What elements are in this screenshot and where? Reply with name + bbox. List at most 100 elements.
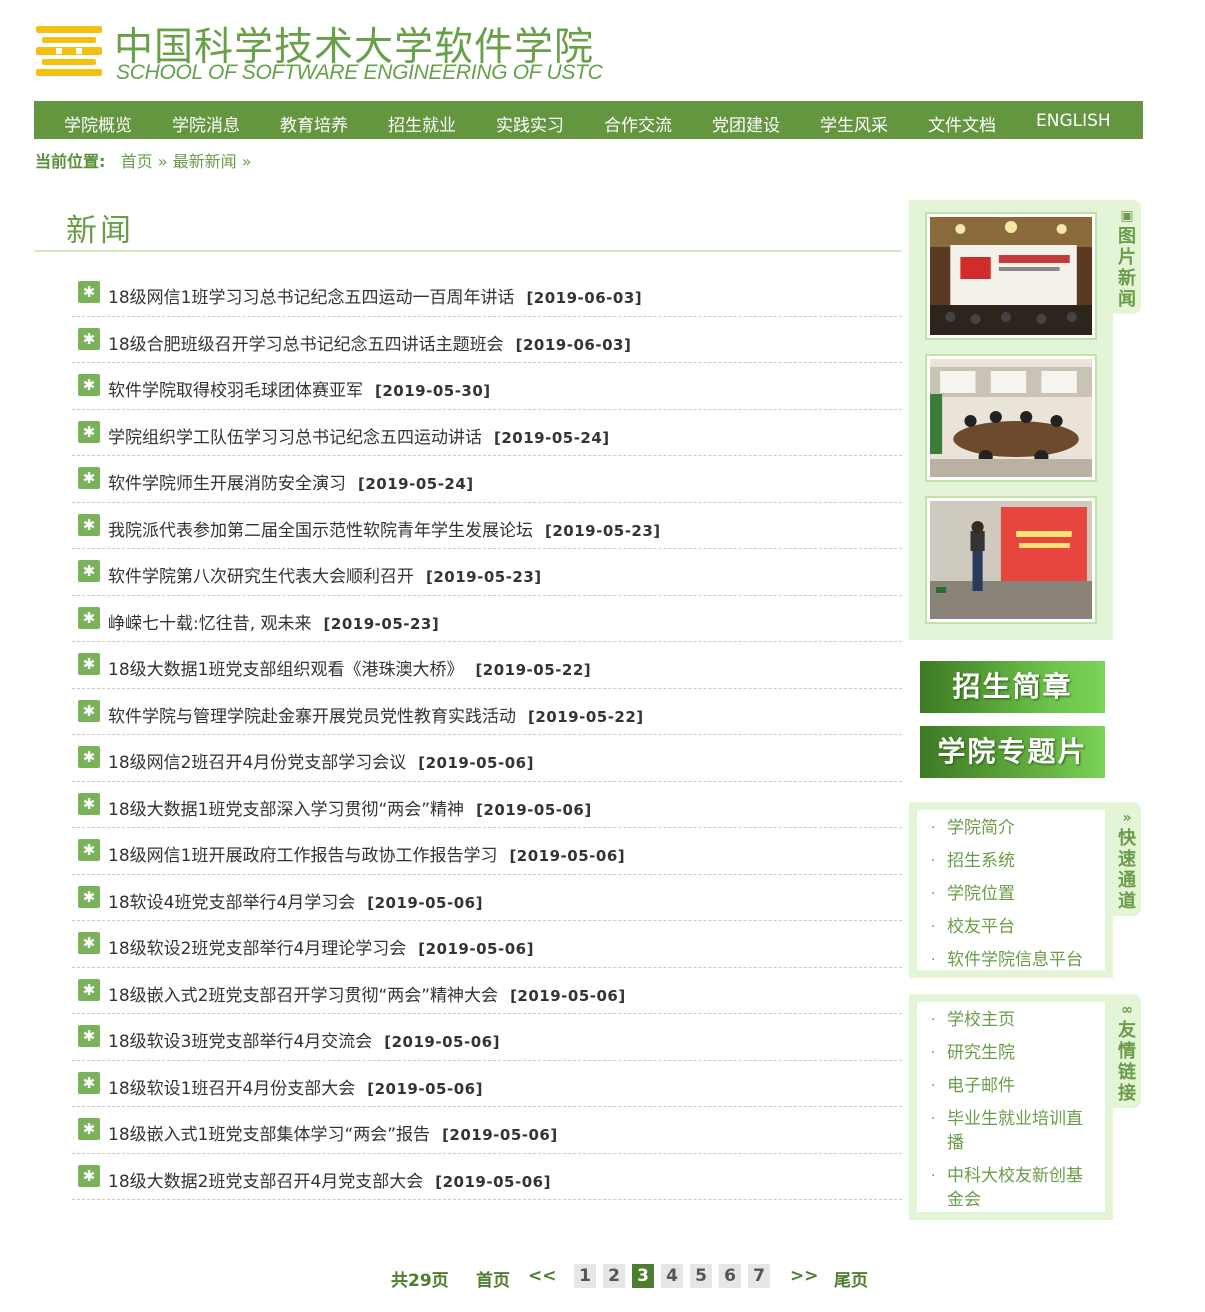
flower-bullet-icon: ✱ (78, 1118, 100, 1140)
pagination-first[interactable]: 首页 (476, 1266, 510, 1291)
quick-link[interactable]: · 招生系统 (927, 849, 1097, 873)
admission-guide-banner[interactable]: 招生简章 (920, 661, 1105, 713)
news-title-link[interactable]: 18级软设2班党支部举行4月理论学习会 [2019-05-06] (108, 934, 534, 959)
title-divider (35, 250, 901, 252)
news-title-link[interactable]: 我院派代表参加第二届全国示范性软院青年学生发展论坛 [2019-05-23] (108, 516, 661, 541)
college-video-banner[interactable]: 学院专题片 (920, 726, 1105, 778)
quick-link-label: 学院简介 (947, 818, 1015, 838)
pagination-last[interactable]: 尾页 (834, 1266, 868, 1291)
news-title-link[interactable]: 18级合肥班级召开学习总书记纪念五四讲话主题班会 [2019-06-03] (108, 330, 631, 355)
news-title-link[interactable]: 18级网信1班开展政府工作报告与政协工作报告学习 [2019-05-06] (108, 841, 625, 866)
news-list-item: ✱ 软件学院与管理学院赴金寨开展党员党性教育实践活动 [2019-05-22] (72, 689, 902, 735)
news-title-link[interactable]: 软件学院与管理学院赴金寨开展党员党性教育实践活动 [2019-05-22] (108, 702, 644, 727)
news-title-link[interactable]: 18级大数据2班党支部召开4月党支部大会 [2019-05-06] (108, 1167, 551, 1192)
news-list-item: ✱ 18级大数据1班党支部组织观看《港珠澳大桥》 [2019-05-22] (72, 642, 902, 689)
photo-news-thumbnail[interactable] (925, 496, 1097, 624)
site-title-en: SCHOOL OF SOFTWARE ENGINEERING OF USTC (116, 61, 603, 84)
news-title: 18软设4班党支部举行4月学习会 (108, 892, 356, 913)
friend-link[interactable]: · 毕业生就业培训直播 (927, 1107, 1097, 1155)
flower-bullet-icon: ✱ (78, 699, 100, 722)
nav-item-news[interactable]: 学院消息 (172, 111, 240, 136)
flower-bullet-icon: ✱ (78, 932, 100, 954)
news-title-link[interactable]: 18级嵌入式1班党支部集体学习“两会”报告 [2019-05-06] (108, 1120, 558, 1145)
news-date: [2019-06-03] (515, 335, 632, 354)
quick-link[interactable]: · 学院位置 (927, 882, 1097, 906)
pagination-page[interactable]: 5 (690, 1264, 712, 1288)
news-title-link[interactable]: 18级网信1班学习习总书记纪念五四运动一百周年讲话 [2019-06-03] (108, 283, 642, 308)
news-title: 18级软设1班召开4月份支部大会 (108, 1078, 356, 1099)
nav-item-documents[interactable]: 文件文档 (928, 111, 996, 136)
flower-bullet-icon: ✱ (78, 513, 100, 536)
pagination-page[interactable]: 4 (661, 1264, 683, 1288)
news-title-link[interactable]: 18级嵌入式2班党支部召开学习贯彻“两会”精神大会 [2019-05-06] (108, 981, 626, 1006)
news-title: 18级大数据2班党支部召开4月党支部大会 (108, 1171, 424, 1192)
news-title-link[interactable]: 18级软设3班党支部举行4月交流会 [2019-05-06] (108, 1027, 500, 1052)
friend-link-label: 中科大校友新创基金会 (947, 1166, 1083, 1210)
news-title-link[interactable]: 18级软设1班召开4月份支部大会 [2019-05-06] (108, 1074, 483, 1099)
friend-link[interactable]: · 学校主页 (927, 1008, 1097, 1032)
nav-item-students[interactable]: 学生风采 (820, 111, 888, 136)
news-title-link[interactable]: 18级大数据1班党支部深入学习贯彻“两会”精神 [2019-05-06] (108, 795, 592, 820)
news-title-link[interactable]: 软件学院第八次研究生代表大会顺利召开 [2019-05-23] (108, 562, 542, 587)
news-title: 学院组织学工队伍学习习总书记纪念五四运动讲话 (108, 427, 482, 448)
pagination-page[interactable]: 6 (719, 1264, 741, 1288)
friend-link[interactable]: · 电子邮件 (927, 1074, 1097, 1098)
news-title: 软件学院与管理学院赴金寨开展党员党性教育实践活动 (108, 706, 516, 727)
pagination-page[interactable]: 2 (603, 1264, 625, 1288)
page-title: 新闻 (66, 213, 134, 249)
news-list-item: ✱ 18级嵌入式1班党支部集体学习“两会”报告 [2019-05-06] (72, 1107, 902, 1154)
breadcrumb-home-link[interactable]: 首页 (121, 152, 153, 171)
nav-item-practice[interactable]: 实践实习 (496, 111, 564, 136)
news-title-link[interactable]: 18级网信2班召开4月份党支部学习会议 [2019-05-06] (108, 748, 534, 773)
quick-links-tab: » 快速通道 (1113, 802, 1141, 916)
news-title-link[interactable]: 峥嵘七十载:忆往昔, 观未来 [2019-05-23] (108, 609, 439, 634)
site-logo[interactable]: 中国科学技术大学软件学院 SCHOOL OF SOFTWARE ENGINEER… (36, 14, 603, 86)
news-title-link[interactable]: 软件学院师生开展消防安全演习 [2019-05-24] (108, 469, 474, 494)
nav-item-admission[interactable]: 招生就业 (388, 111, 456, 136)
news-title: 18级网信1班学习习总书记纪念五四运动一百周年讲话 (108, 288, 515, 308)
friend-links-tab-label: 友情链接 (1118, 1020, 1136, 1104)
flower-bullet-icon: ✱ (78, 653, 100, 675)
friend-link[interactable]: · 研究生院 (927, 1041, 1097, 1065)
bullet-icon: · (931, 820, 936, 836)
news-title: 18级大数据1班党支部组织观看《港珠澳大桥》 (108, 660, 464, 680)
nav-item-education[interactable]: 教育培养 (280, 111, 348, 136)
breadcrumb-current-link[interactable]: 最新新闻 (173, 152, 237, 171)
news-list-item: ✱ 软件学院第八次研究生代表大会顺利召开 [2019-05-23] (72, 549, 902, 596)
photo-news-thumbnail[interactable] (925, 212, 1097, 340)
bullet-icon: · (931, 919, 936, 935)
bullet-icon: · (931, 1078, 936, 1094)
pagination-page[interactable]: 1 (574, 1264, 596, 1288)
pagination-page-current[interactable]: 3 (632, 1264, 654, 1288)
news-title: 18级软设2班党支部举行4月理论学习会 (108, 939, 407, 959)
nav-item-overview[interactable]: 学院概览 (64, 111, 132, 136)
quick-link-label: 招生系统 (947, 851, 1015, 871)
flower-bullet-icon: ✱ (78, 560, 100, 582)
quick-link[interactable]: · 校友平台 (927, 915, 1097, 939)
bullet-icon: · (931, 886, 936, 902)
nav-item-party[interactable]: 党团建设 (712, 111, 780, 136)
news-title-link[interactable]: 18级大数据1班党支部组织观看《港珠澳大桥》 [2019-05-22] (108, 655, 591, 680)
pagination-prev[interactable]: << (528, 1266, 557, 1286)
friend-links-panel: · 学校主页 · 研究生院 · 电子邮件 · 毕业生就业培训直播 · 中科大校友新创基金会 (917, 1002, 1105, 1212)
news-date: [2019-06-03] (526, 289, 643, 307)
news-title-link[interactable]: 软件学院取得校羽毛球团体赛亚军 [2019-05-30] (108, 376, 491, 401)
photo-news-thumbnail[interactable] (925, 354, 1097, 482)
news-list: ✱ 18级网信1班学习习总书记纪念五四运动一百周年讲话 [2019-06-03] ✱ 1… (72, 270, 902, 1200)
quick-link[interactable]: · 软件学院信息平台 (927, 948, 1097, 972)
flower-bullet-icon: ✱ (78, 327, 100, 350)
news-title-link[interactable]: 学院组织学工队伍学习习总书记纪念五四运动讲话 [2019-05-24] (108, 423, 610, 448)
pagination-next[interactable]: >> (790, 1266, 819, 1286)
news-title: 软件学院师生开展消防安全演习 (108, 474, 346, 494)
breadcrumb: 当前位置: 首页 » 最新新闻 » (35, 148, 252, 172)
news-list-item: ✱ 18级大数据1班党支部深入学习贯彻“两会”精神 [2019-05-06] (72, 782, 902, 828)
nav-item-cooperation[interactable]: 合作交流 (604, 111, 672, 136)
nav-item-english[interactable]: ENGLISH (1036, 111, 1111, 131)
news-date: [2019-05-23] (323, 614, 440, 633)
friend-link[interactable]: · 中科大校友新创基金会 (927, 1164, 1097, 1212)
news-list-item: ✱ 18级软设2班党支部举行4月理论学习会 [2019-05-06] (72, 921, 902, 968)
pagination-page[interactable]: 7 (748, 1264, 770, 1288)
quick-link[interactable]: · 学院简介 (927, 816, 1097, 840)
news-date: [2019-05-06] (435, 1172, 551, 1191)
news-title-link[interactable]: 18软设4班党支部举行4月学习会 [2019-05-06] (108, 888, 483, 913)
